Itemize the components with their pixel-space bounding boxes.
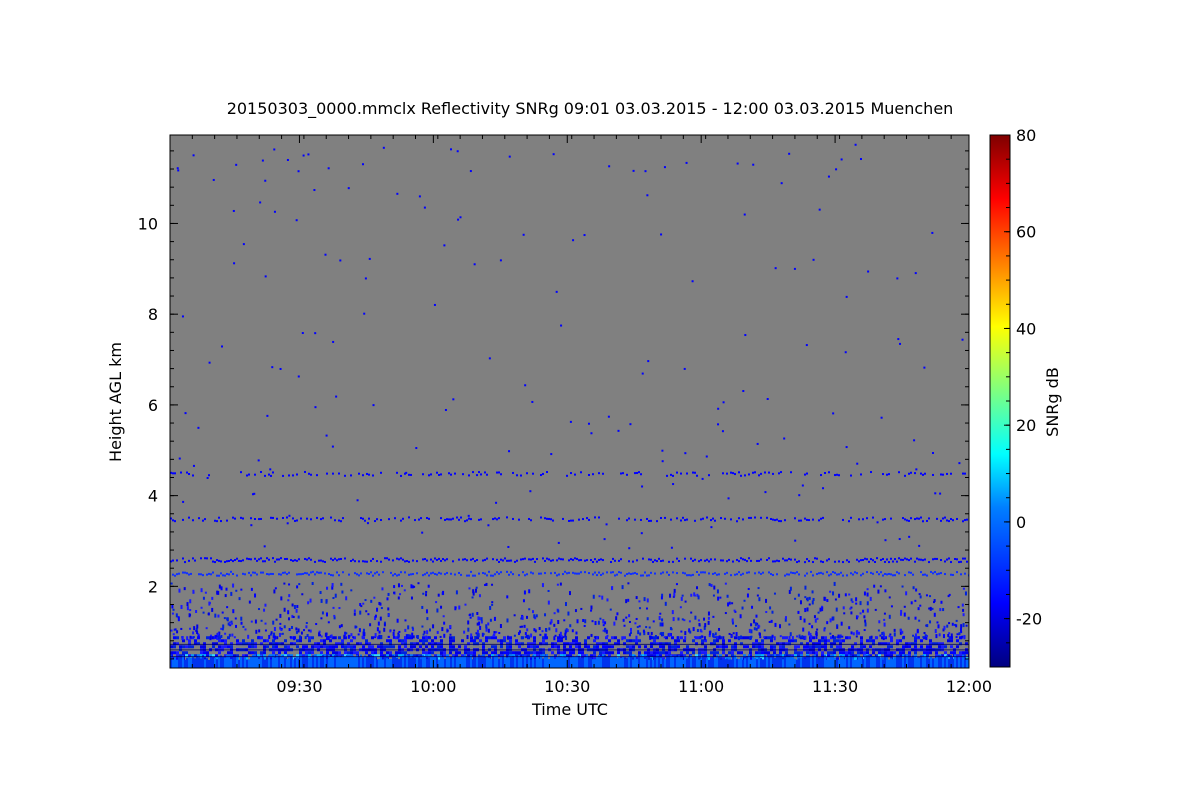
- plot-background: [170, 135, 969, 668]
- colorbar-label: SNRg dB: [1043, 367, 1062, 437]
- y-tick-label: 8: [148, 305, 158, 324]
- snr-chart: 20150303_0000.mmclx Reflectivity SNRg 09…: [106, 99, 1062, 719]
- chart-title: 20150303_0000.mmclx Reflectivity SNRg 09…: [227, 99, 954, 119]
- colorbar-tick-label: 20: [1016, 416, 1036, 435]
- y-axis-label: Height AGL km: [106, 342, 125, 462]
- y-tick-label: 10: [138, 214, 158, 233]
- x-tick-label: 10:00: [410, 677, 456, 696]
- x-tick-label: 11:30: [812, 677, 858, 696]
- colorbar-tick-label: 40: [1016, 319, 1036, 338]
- colorbar-tick-label: 80: [1016, 126, 1036, 145]
- y-tick-label: 6: [148, 396, 158, 415]
- colorbar-tick-label: 0: [1016, 513, 1026, 532]
- x-tick-label: 09:30: [276, 677, 322, 696]
- x-tick-label: 10:30: [544, 677, 590, 696]
- y-tick-label: 4: [148, 487, 158, 506]
- x-tick-label: 12:00: [946, 677, 992, 696]
- x-tick-label: 11:00: [678, 677, 724, 696]
- y-tick-label: 2: [148, 577, 158, 596]
- x-axis-label: Time UTC: [531, 700, 608, 719]
- colorbar-tick-label: -20: [1016, 610, 1042, 629]
- colorbar-tick-label: 60: [1016, 223, 1036, 242]
